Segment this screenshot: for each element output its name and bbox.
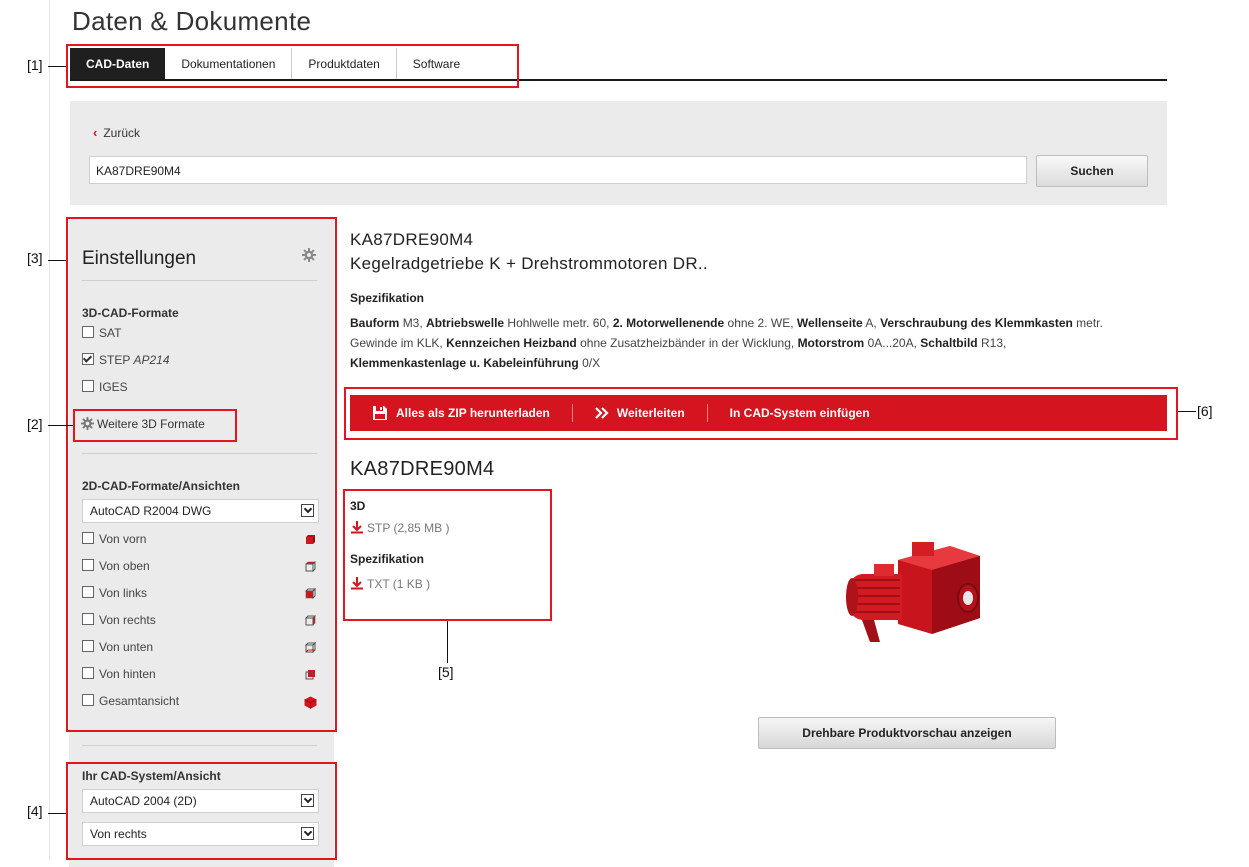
callout-label-4: [4] <box>27 803 43 819</box>
spec-value: 0/X <box>582 356 601 370</box>
specification-title: Spezifikation <box>350 291 425 305</box>
callout-box-1 <box>66 44 519 88</box>
search-input[interactable]: KA87DRE90M4 <box>89 156 1027 184</box>
spec-key: Motorstrom <box>797 336 865 350</box>
callout-label-1: [1] <box>27 57 43 73</box>
gearmotor-product-image <box>846 542 980 642</box>
page-title: Daten & Dokumente <box>72 6 312 36</box>
spec-value: M3, <box>402 316 423 330</box>
divider <box>82 745 317 746</box>
search-button[interactable]: Suchen <box>1036 155 1148 187</box>
callout-line-2 <box>48 425 73 426</box>
callout-box-3 <box>66 217 337 732</box>
spec-value: A, <box>865 316 877 330</box>
spec-key: Verschraubung des Klemmkasten <box>880 316 1073 330</box>
search-panel: ‹ Zurück KA87DRE90M4 Suchen <box>70 101 1167 205</box>
spec-key: Schaltbild <box>920 336 978 350</box>
callout-label-2: [2] <box>27 416 43 432</box>
callout-line-1 <box>48 66 66 67</box>
callout-box-5 <box>343 489 552 621</box>
left-guide-line <box>49 0 50 860</box>
spec-key: 2. Motorwellenende <box>612 316 725 330</box>
callout-line-6 <box>1178 411 1196 412</box>
callout-box-6 <box>344 387 1178 440</box>
spec-key: Kennzeichen Heizband <box>446 336 577 350</box>
product-code: KA87DRE90M4 <box>350 230 474 249</box>
spec-key: Abtriebswelle <box>426 316 505 330</box>
product-name: Kegelradgetriebe K + Drehstrommotoren DR… <box>350 254 708 273</box>
spec-value: ohne 2. WE, <box>727 316 794 330</box>
specification-text: Bauform M3, Abtriebswelle Hohlwelle metr… <box>350 313 1120 373</box>
callout-line-3 <box>48 260 66 261</box>
callout-label-6: [6] <box>1197 403 1213 419</box>
callout-label-3: [3] <box>27 250 43 266</box>
spec-key: Klemmenkastenlage u. Kabeleinführung <box>350 356 579 370</box>
spec-value: Hohlwelle metr. 60, <box>507 316 610 330</box>
callout-label-5: [5] <box>438 664 454 680</box>
callout-box-2 <box>73 409 237 442</box>
spec-value: ohne Zusatzheizbänder in der Wicklung, <box>580 336 795 350</box>
rotatable-preview-button[interactable]: Drehbare Produktvorschau anzeigen <box>758 717 1056 749</box>
callout-line-4 <box>48 813 66 814</box>
spec-key: Bauform <box>350 316 400 330</box>
spec-value: R13, <box>980 336 1007 350</box>
callout-line-5 <box>447 621 448 663</box>
downloads-title: KA87DRE90M4 <box>350 458 495 480</box>
chevron-left-icon: ‹ <box>93 125 98 140</box>
callout-box-4 <box>66 762 337 860</box>
back-link[interactable]: ‹ Zurück <box>93 125 140 140</box>
spec-value: 0A...20A, <box>867 336 917 350</box>
spec-key: Wellenseite <box>796 316 863 330</box>
